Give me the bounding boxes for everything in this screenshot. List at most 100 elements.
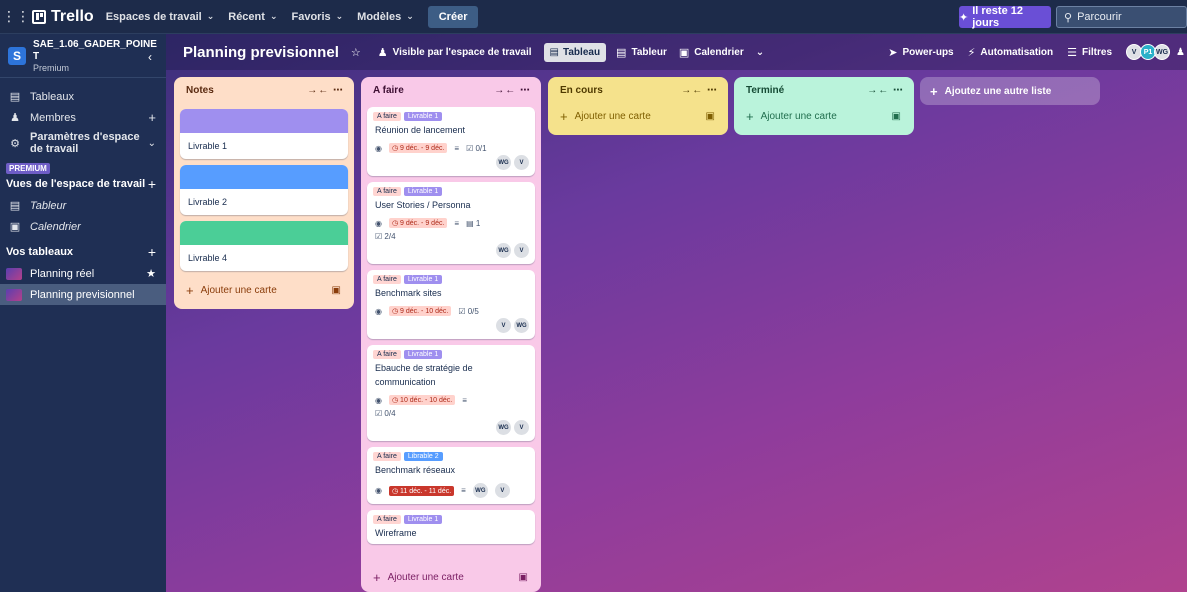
- share-icon[interactable]: ♟: [1176, 47, 1185, 58]
- more-views-chevron-icon[interactable]: ⌄: [756, 47, 764, 58]
- card-livrable-4[interactable]: Livrable 4: [180, 221, 348, 271]
- add-view-icon[interactable]: +: [148, 176, 156, 192]
- top-navigation-bar: ⋮⋮ Trello Espaces de travail ⌄ Récent ⌄ Fa…: [0, 0, 1187, 34]
- list-actions-icon[interactable]: →← ⋯: [681, 85, 718, 96]
- card-ebauche-strategie[interactable]: A faire Livrable 1 Ebauche de stratégie d…: [367, 345, 535, 441]
- due-date-badge[interactable]: ◷ 9 déc. - 9 déc.: [388, 218, 448, 228]
- sidebar-item-calendar-view[interactable]: ▣ Calendrier: [0, 216, 166, 237]
- workspace-avatar: S: [8, 46, 26, 65]
- label-livrable: Livrable 1: [403, 275, 443, 284]
- star-board-icon[interactable]: ☆: [351, 46, 366, 59]
- avatar[interactable]: WG: [472, 483, 488, 498]
- avatar[interactable]: V: [494, 483, 510, 498]
- card-title: Ebauche de stratégie de communication: [375, 363, 473, 387]
- avatar[interactable]: V: [514, 420, 529, 435]
- create-button[interactable]: Créer: [427, 5, 479, 28]
- list-actions-icon[interactable]: →← ⋯: [307, 85, 344, 96]
- list-header[interactable]: Notes →← ⋯: [174, 77, 354, 103]
- avatar[interactable]: V: [496, 318, 511, 333]
- tab-board-view[interactable]: ▤ Tableau: [543, 42, 607, 62]
- due-date-badge[interactable]: ◷ 10 déc. - 10 déc.: [388, 395, 456, 405]
- collapse-sidebar-icon[interactable]: ‹: [148, 50, 152, 64]
- label-livrable: Livrable 1: [403, 187, 443, 196]
- board-members[interactable]: V P1 WG: [1126, 44, 1171, 60]
- trello-logo[interactable]: Trello: [32, 8, 94, 26]
- sidebar-board-planning-previsionnel[interactable]: Planning previsionnel: [0, 284, 166, 305]
- card-cover: [180, 165, 348, 189]
- template-icon[interactable]: ▣: [892, 111, 901, 122]
- template-icon[interactable]: ▣: [332, 285, 341, 296]
- filters-button[interactable]: ☰ Filtres: [1067, 46, 1112, 59]
- add-card-button[interactable]: + Ajouter une carte ▣: [734, 103, 914, 129]
- list-header[interactable]: En cours →← ⋯: [548, 77, 728, 103]
- app-switcher-icon[interactable]: ⋮⋮: [2, 7, 30, 27]
- search-input[interactable]: ⚲ Parcourir: [1056, 6, 1187, 28]
- add-card-button[interactable]: + Ajouter une carte ▣: [361, 564, 541, 590]
- workspace-name: SAE_1.06_GADER_POINE T: [33, 38, 157, 62]
- workspace-header[interactable]: S SAE_1.06_GADER_POINE T Premium ‹: [0, 34, 166, 78]
- nav-templates[interactable]: Modèles ⌄: [357, 11, 414, 23]
- star-icon[interactable]: ★: [146, 267, 156, 280]
- eye-icon: ◉: [375, 486, 382, 495]
- template-icon[interactable]: ▣: [519, 572, 528, 583]
- lightning-icon: ⚡: [967, 46, 976, 59]
- template-icon[interactable]: ▣: [706, 111, 715, 122]
- add-card-button[interactable]: + Ajouter une carte ▣: [174, 277, 354, 303]
- add-board-icon[interactable]: +: [148, 244, 156, 260]
- avatar[interactable]: WG: [496, 155, 511, 170]
- board-thumbnail: [6, 267, 22, 280]
- board-header: Planning previsionnel ☆ ♟ Visible par l'e…: [166, 34, 1187, 70]
- calendar-icon: ▣: [678, 46, 690, 59]
- tab-table-view[interactable]: ▤ Tableur: [616, 46, 667, 59]
- card-reunion-de-lancement[interactable]: A faire Livrable 1 Réunion de lancement ◉…: [367, 107, 535, 176]
- list-actions-icon[interactable]: →← ⋯: [494, 85, 531, 96]
- add-list-button[interactable]: + Ajoutez une autre liste: [920, 77, 1100, 105]
- nav-workspaces[interactable]: Espaces de travail ⌄: [106, 11, 215, 23]
- nav-starred[interactable]: Favoris ⌄: [291, 11, 343, 23]
- label-a-faire: A faire: [373, 275, 401, 284]
- avatar[interactable]: WG: [514, 318, 529, 333]
- list-en-cours: En cours →← ⋯ + Ajouter une carte ▣: [548, 77, 728, 135]
- card-livrable-2[interactable]: Livrable 2: [180, 165, 348, 215]
- card-title: Réunion de lancement: [375, 125, 466, 135]
- list-a-faire: A faire →← ⋯ A faire Livrable 1 Réunion de…: [361, 77, 541, 592]
- avatar[interactable]: WG: [496, 243, 511, 258]
- avatar[interactable]: V: [514, 155, 529, 170]
- add-member-icon[interactable]: +: [148, 110, 156, 125]
- card-benchmark-sites[interactable]: A faire Livrable 1 Benchmark sites ◉ ◷ 9 d…: [367, 270, 535, 339]
- sidebar-item-settings[interactable]: ⚙ Paramètres d'espace de travail ⌄: [0, 128, 166, 158]
- automation-button[interactable]: ⚡ Automatisation: [968, 46, 1054, 59]
- sidebar-item-boards[interactable]: ▤ Tableaux: [0, 86, 166, 107]
- avatar[interactable]: V: [514, 243, 529, 258]
- board-canvas: Planning previsionnel ☆ ♟ Visible par l'e…: [166, 34, 1187, 592]
- list-header[interactable]: A faire →← ⋯: [361, 77, 541, 103]
- card-livrable-1[interactable]: Livrable 1: [180, 109, 348, 159]
- list-header[interactable]: Terminé →← ⋯: [734, 77, 914, 103]
- tab-calendar-view[interactable]: ▣ Calendrier: [679, 46, 744, 59]
- visibility-button[interactable]: ♟ Visible par l'espace de travail: [378, 46, 532, 59]
- avatar[interactable]: WG: [496, 420, 511, 435]
- due-date-badge-overdue[interactable]: ◷ 11 déc. - 11 déc.: [388, 485, 455, 496]
- plus-icon: +: [746, 108, 754, 124]
- nav-recent[interactable]: Récent ⌄: [228, 11, 277, 23]
- sidebar-item-table-view[interactable]: ▤ Tableur: [0, 195, 166, 216]
- workspace-views-title: Vues de l'espace de travail +: [6, 176, 156, 192]
- card-user-stories[interactable]: A faire Livrable 1 User Stories / Personn…: [367, 182, 535, 264]
- card-wireframe[interactable]: A faire Livrable 1 Wireframe: [367, 510, 535, 544]
- card-title: Livrable 2: [188, 197, 228, 207]
- list-actions-icon[interactable]: →← ⋯: [867, 85, 904, 96]
- due-date-badge[interactable]: ◷ 9 déc. - 10 déc.: [388, 306, 452, 316]
- chevron-down-icon: ⌄: [206, 11, 215, 21]
- sidebar-item-members[interactable]: ♟ Membres +: [0, 107, 166, 128]
- label-a-faire: A faire: [373, 187, 401, 196]
- power-ups-button[interactable]: ➤ Power-ups: [888, 46, 953, 59]
- avatar[interactable]: WG: [1154, 44, 1171, 60]
- board-title[interactable]: Planning previsionnel: [183, 44, 339, 61]
- sidebar-board-planning-reel[interactable]: Planning réel ★: [0, 263, 166, 284]
- trial-button[interactable]: ✦ Il reste 12 jours: [959, 5, 1051, 29]
- card-scroll-area[interactable]: A faire Livrable 1 Réunion de lancement ◉…: [361, 103, 541, 557]
- card-benchmark-reseaux[interactable]: A faire Librable 2 Benchmark réseaux ◉ ◷ 1…: [367, 447, 535, 504]
- label-a-faire: A faire: [373, 452, 401, 461]
- add-card-button[interactable]: + Ajouter une carte ▣: [548, 103, 728, 129]
- due-date-badge[interactable]: ◷ 9 déc. - 9 déc.: [388, 143, 448, 153]
